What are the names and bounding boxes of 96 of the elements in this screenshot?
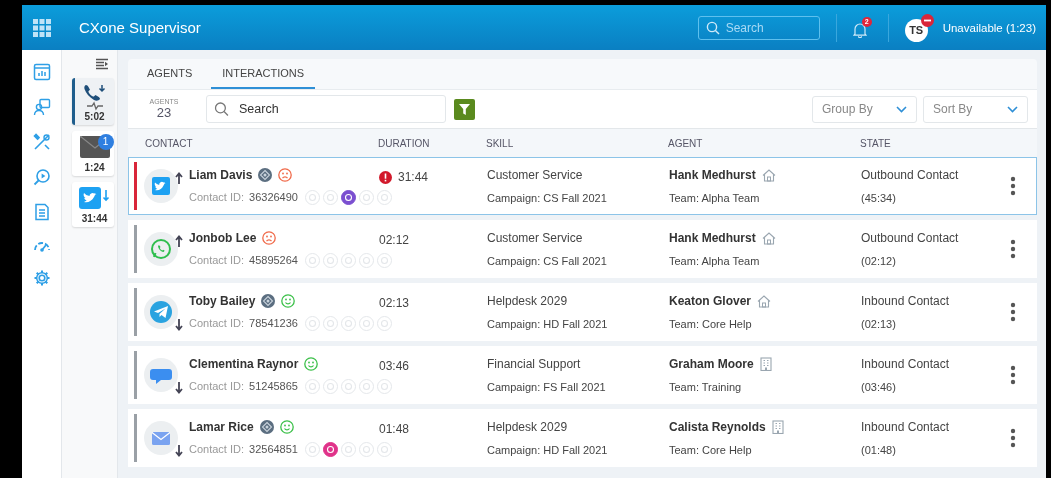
state-time: (45:34) [861,192,897,204]
agent-name: Hank Medhurst [669,168,756,182]
more-menu-icon[interactable] [1010,428,1016,448]
column-header[interactable]: DURATION [378,137,486,149]
column-header[interactable]: AGENT [668,137,860,149]
tools-icon[interactable] [32,133,51,151]
campaign-name: Campaign: CS Fall 2021 [487,192,608,204]
state-time: (02:13) [861,318,897,330]
more-menu-icon[interactable] [1010,365,1016,385]
agent-name: Graham Moore [669,357,754,371]
contact-state: Inbound Contact [861,294,951,308]
duration: 31:44 [398,170,429,184]
duration: 01:48 [379,422,410,436]
skill-name: Customer Service [487,168,584,182]
state-time: (01:48) [861,444,897,456]
group-by-dropdown[interactable]: Group By [812,95,917,123]
campaign-name: Campaign: CS Fall 2021 [487,255,608,267]
contact-state: Inbound Contact [861,420,951,434]
queue-time: 5:02 [84,111,105,122]
skill-name: Helpdesk 2029 [487,420,569,434]
bird-icon [78,187,111,209]
dashboard-icon[interactable] [32,63,51,81]
campaign-name: Campaign: FS Fall 2021 [487,381,607,393]
more-menu-icon[interactable] [1010,239,1016,259]
bell-icon[interactable] [852,22,867,38]
skill-name: Customer Service [487,231,584,245]
queue-time: 31:44 [81,213,108,224]
contact-id-label: Contact ID: [189,317,245,329]
team-name: Team: Core Help [669,444,753,456]
duration: 02:12 [379,233,410,247]
interaction-row[interactable]: Jonbob Lee Contact ID: 45895264 02:12 Customer Service Campaign: CS Fall 2021 Hank Medhurst Team: Alpha Team Outbound Contact (02:12) [128,220,1037,278]
contact-id-label: Contact ID: [189,191,245,203]
search-field[interactable]: Search [697,15,820,40]
interaction-row[interactable]: Toby Bailey Contact ID: 78541236 02:13 Helpdesk 2029 Campaign: HD Fall 2021 Keaton Glover Team: Core Help Inbound Contact (02:13) [128,283,1037,341]
contact-id: 51245865 [249,380,298,392]
agent-name: Hank Medhurst [669,231,756,245]
state-time: (02:12) [861,255,897,267]
column-header[interactable]: SKILL [486,137,668,149]
contact-state: Outbound Contact [861,231,960,245]
contact-name: Clementina Raynor [189,356,299,371]
interaction-row[interactable]: Lamar Rice Contact ID: 32564851 01:48 Helpdesk 2029 Campaign: HD Fall 2021 Calista Reynolds Team: Core Help Inbound Contact (01:48) [128,409,1037,467]
contact-id-label: Contact ID: [189,443,245,455]
skill-name: Financial Support [487,357,582,371]
queue-time: 1:24 [84,162,105,173]
agent-name: Keaton Glover [669,294,752,308]
agent-status[interactable]: Unavailable (1:23) [942,21,1036,34]
search-icon [705,20,720,35]
tab[interactable]: AGENTS [136,59,204,89]
more-menu-icon[interactable] [1010,302,1016,322]
contact-id: 32564851 [249,443,298,455]
user-avatar[interactable]: TS [904,18,928,42]
app-title: CXone Supervisor [79,19,201,36]
campaign-name: Campaign: HD Fall 2021 [487,318,609,330]
contact-name: Jonbob Lee [189,230,257,245]
contact-name: Toby Bailey [189,293,256,308]
queue-card[interactable]: 31:44 [72,182,114,227]
filter-button[interactable] [454,98,475,120]
skill-name: Helpdesk 2029 [487,294,569,308]
collapse-icon[interactable] [95,58,109,70]
column-header[interactable]: STATE [860,137,996,149]
sort-by-dropdown[interactable]: Sort By [923,95,1028,123]
settings-icon[interactable] [32,269,51,287]
state-time: (03:46) [861,381,897,393]
column-header[interactable]: CONTACT [128,137,378,149]
queue-card[interactable]: 1 1:24 [72,131,114,176]
contact-id: 36326490 [249,191,298,203]
duration: 03:46 [379,359,410,373]
chevron-icon [896,105,907,113]
contact-id: 45895264 [249,254,298,266]
team-name: Team: Alpha Team [669,192,761,204]
team-name: Team: Core Help [669,318,753,330]
funnel-icon [459,103,470,115]
agent-board-icon[interactable] [32,98,51,116]
team-name: Team: Alpha Team [669,255,761,267]
chevron-icon [1007,105,1018,113]
contact-id-label: Contact ID: [189,380,245,392]
campaign-name: Campaign: HD Fall 2021 [487,444,609,456]
duration: 02:13 [379,296,410,310]
contact-id: 78541236 [249,317,298,329]
contact-state: Inbound Contact [861,357,951,371]
document-icon[interactable] [32,203,51,221]
busy-status-icon [920,13,934,27]
apps-grid-icon[interactable] [33,18,51,37]
interaction-row[interactable]: Clementina Raynor Contact ID: 51245865 03:46 Financial Support Campaign: FS Fall 2021 Graham Moore Team: Training Inbound Contact (03:46) [128,346,1037,404]
agent-name: Calista Reynolds [669,420,766,434]
team-name: Team: Training [669,381,743,393]
phone-call-icon [82,83,107,111]
interaction-row[interactable]: Liam Davis Contact ID: 36326490 31:44 Customer Service Campaign: CS Fall 2021 Hank Medhurst Team: Alpha Team Outbound Contact (45:34) [128,157,1037,215]
search-play-icon[interactable] [32,168,51,186]
queue-card[interactable]: 5:02 [72,78,114,125]
contact-id-label: Contact ID: [189,254,245,266]
more-menu-icon[interactable] [1010,176,1016,196]
contact-state: Outbound Contact [861,168,960,182]
agents-count: 23 [156,105,172,120]
contact-name: Lamar Rice [189,419,254,434]
contact-name: Liam Davis [189,167,253,182]
